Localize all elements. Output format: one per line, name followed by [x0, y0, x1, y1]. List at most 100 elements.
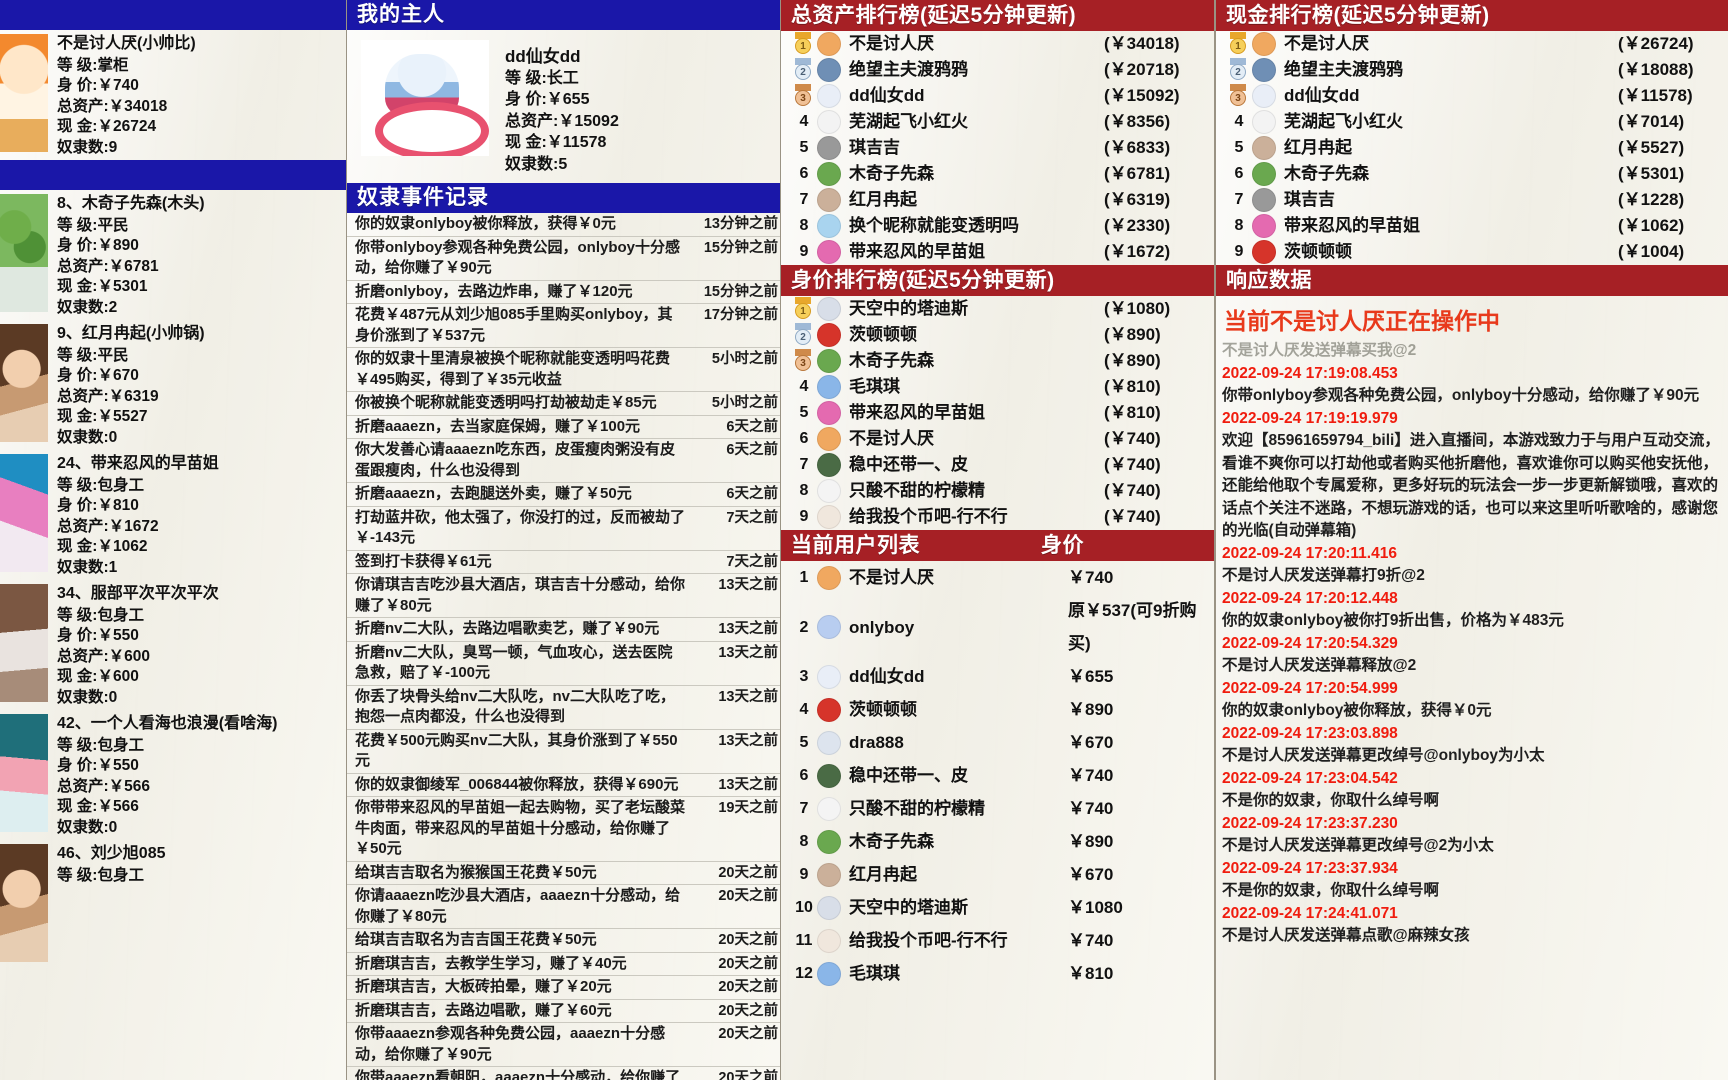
rank-number: 5 [1234, 139, 1244, 156]
rank-row[interactable]: 8 带来忍风的早苗姐 (￥1062) [1216, 213, 1728, 239]
user-list-row[interactable]: 12 毛琪琪 ￥810 [781, 957, 1214, 990]
assets-label: 总资产: [505, 112, 559, 130]
rank-row[interactable]: 5 红月冉起 (￥5527) [1216, 135, 1728, 161]
my-slaves-list[interactable]: 不是讨人厌(小帅比) 等 级:掌柜身 价:￥740 总资产:￥34018 现 金:￥2… [0, 30, 346, 964]
rank-row[interactable]: 9 茨顿顿顿 (￥1004) [1216, 239, 1728, 265]
rank-row[interactable]: 4 芜湖起飞小红火 (￥8356) [781, 109, 1214, 135]
rank-number: 6 [1234, 165, 1244, 182]
slave-card[interactable]: 9、红月冉起(小帅锅) 等 级:平民身 价:￥670 总资产:￥6319 现 金:￥5… [0, 320, 346, 450]
event-text: 给琪吉吉取名为猴猴国王花费￥50元 [355, 863, 597, 881]
rank-row[interactable]: 2 绝望主夫渡鸦鸦 (￥18088) [1216, 57, 1728, 83]
slave-card[interactable]: 42、一个人看海也浪漫(看啥海) 等 级:包身工身 价:￥550 总资产:￥566 现… [0, 710, 346, 840]
user-avatar [817, 796, 841, 821]
slave-cash: ￥566 [97, 798, 139, 815]
response-timestamp: 2022-09-24 17:23:37.934 [1222, 859, 1398, 877]
user-list-row[interactable]: 11 给我投个币吧-行不行 ￥740 [781, 924, 1214, 957]
slaves-label: 奴隶数: [505, 155, 559, 173]
rank-row[interactable]: 5 琪吉吉 (￥6833) [781, 135, 1214, 161]
slave-count-row: 奴隶数:0 [57, 428, 205, 449]
event-time: 13天之前 [718, 644, 778, 661]
slave-info: 46、刘少旭085 等 级:包身工 [57, 844, 166, 962]
slave-card[interactable]: 24、带来忍风的早苗姐等 级:包身工身 价:￥810 总资产:￥1672 现 金:￥… [0, 450, 346, 580]
user-list-row[interactable]: 10 天空中的塔迪斯 ￥1080 [781, 891, 1214, 924]
user-list-row[interactable]: 1 不是讨人厌 ￥740 [781, 561, 1214, 594]
event-row: 折磨琪吉吉，去教学生学习，赚了￥40元 20天之前 [347, 953, 780, 976]
user-list-rank: 11 [795, 932, 813, 949]
rank-user-name: 天空中的塔迪斯 [849, 299, 968, 318]
rank-value: (￥15092) [1104, 86, 1180, 105]
rank-row[interactable]: 5 带来忍风的早苗姐 (￥810) [781, 400, 1214, 426]
rank-row[interactable]: 8 换个昵称就能变透明吗 (￥2330) [781, 213, 1214, 239]
rank-value: (￥6781) [1104, 164, 1171, 183]
rank-row[interactable]: 2 茨顿顿顿 (￥890) [781, 322, 1214, 348]
user-list-row[interactable]: 8 木奇子先森 ￥890 [781, 825, 1214, 858]
rank-row[interactable]: 9 带来忍风的早苗姐 (￥1672) [781, 239, 1214, 265]
rank-row[interactable]: 1 天空中的塔迪斯 (￥1080) [781, 296, 1214, 322]
slave-avatar [0, 34, 48, 152]
event-row: 你带aaaezn参观各种免费公园，aaaezn十分感动，给你赚了￥90元 20天之… [347, 1023, 780, 1067]
rank-row[interactable]: 7 红月冉起 (￥6319) [781, 187, 1214, 213]
event-time: 20天之前 [718, 888, 778, 904]
event-log-list[interactable]: 你的奴隶onlyboy被你释放，获得￥0元 13分钟之前 你带onlyboy参观各种… [347, 213, 780, 1080]
user-list-row[interactable]: 3 dd仙女dd ￥655 [781, 660, 1214, 693]
slave-card[interactable]: 34、服部平次平次平次等 级:包身工身 价:￥550 总资产:￥600 现 金:￥6… [0, 580, 346, 710]
slave-card[interactable]: 不是讨人厌(小帅比) 等 级:掌柜身 价:￥740 总资产:￥34018 现 金:￥2… [0, 30, 346, 160]
user-list-rank: 1 [799, 569, 809, 586]
user-list-row[interactable]: 7 只酸不甜的柠檬精 ￥740 [781, 792, 1214, 825]
rank-row[interactable]: 7 稳中还带一、皮 (￥740) [781, 452, 1214, 478]
slave-avatar [0, 194, 48, 312]
rank-row[interactable]: 3 dd仙女dd (￥11578) [1216, 83, 1728, 109]
rank-user-name: 不是讨人厌 [849, 34, 934, 53]
response-timestamp: 2022-09-24 17:23:37.230 [1222, 814, 1398, 832]
current-user-list[interactable]: 1 不是讨人厌 ￥740 2 onlyboy 原￥537(可9折购买) 3 dd仙女dd ￥65… [781, 561, 1214, 990]
slave-price-label: 身 价: [57, 77, 98, 94]
rank-row[interactable]: 4 芜湖起飞小红火 (￥7014) [1216, 109, 1728, 135]
user-list-row[interactable]: 5 dra888 ￥670 [781, 726, 1214, 759]
response-log[interactable]: 不是讨人厌发送弹幕买我@2 2022-09-24 17:19:08.453 你带on… [1216, 338, 1728, 948]
asset-rank-list[interactable]: 1 不是讨人厌 (￥34018) 2 绝望主夫渡鸦鸦 (￥20718) 3 dd仙女dd (￥1… [781, 31, 1214, 265]
slave-price-row: 身 价:￥550 [57, 626, 219, 647]
price-rank-header: 身价排行榜(延迟5分钟更新) [781, 265, 1214, 296]
event-time: 15分钟之前 [703, 239, 778, 256]
price-rank-list[interactable]: 1 天空中的塔迪斯 (￥1080) 2 茨顿顿顿 (￥890) 3 木奇子先森 (￥890) 4 毛… [781, 296, 1214, 530]
rank-row[interactable]: 6 不是讨人厌 (￥740) [781, 426, 1214, 452]
user-list-price: ￥810 [1068, 964, 1114, 983]
rank-row[interactable]: 6 木奇子先森 (￥5301) [1216, 161, 1728, 187]
rank-row[interactable]: 3 木奇子先森 (￥890) [781, 348, 1214, 374]
user-list-row[interactable]: 6 稳中还带一、皮 ￥740 [781, 759, 1214, 792]
slave-price-row: 身 价:￥740 [57, 76, 196, 97]
user-avatar [817, 829, 841, 854]
user-list-row[interactable]: 2 onlyboy 原￥537(可9折购买) [781, 594, 1214, 660]
response-timestamp: 2022-09-24 17:20:54.329 [1222, 634, 1398, 652]
slave-price: ￥890 [97, 237, 139, 254]
rank-value: (￥1080) [1104, 299, 1171, 318]
user-list-name: 茨顿顿顿 [849, 700, 917, 719]
slave-card[interactable]: 46、刘少旭085 等 级:包身工 [0, 840, 346, 964]
master-card[interactable]: dd仙女dd 等 级:长工 身 价:￥655 总资产:￥15092 现 金:￥1… [347, 30, 780, 183]
cash-rank-list[interactable]: 1 不是讨人厌 (￥26724) 2 绝望主夫渡鸦鸦 (￥18088) 3 dd仙女dd (￥1… [1216, 31, 1728, 265]
rank-row[interactable]: 8 只酸不甜的柠檬精 (￥740) [781, 478, 1214, 504]
event-text: 你的奴隶十里清泉被换个昵称就能变透明吗花费￥495购买，得到了￥35元收益 [355, 350, 671, 388]
rank-row[interactable]: 4 毛琪琪 (￥810) [781, 374, 1214, 400]
user-list-row[interactable]: 9 红月冉起 ￥670 [781, 858, 1214, 891]
user-avatar [817, 401, 841, 425]
level-label: 等 级: [505, 69, 547, 87]
rank-row[interactable]: 9 给我投个币吧-行不行 (￥740) [781, 504, 1214, 530]
slave-card[interactable]: 8、木奇子先森(木头) 等 级:平民身 价:￥890 总资产:￥6781 现 金:￥5… [0, 190, 346, 320]
response-message: 不是讨人厌发送弹幕释放@2 [1222, 657, 1417, 674]
rank-row[interactable]: 1 不是讨人厌 (￥26724) [1216, 31, 1728, 57]
slave-count-row: 奴隶数:9 [57, 138, 196, 159]
rank-row[interactable]: 3 dd仙女dd (￥15092) [781, 83, 1214, 109]
medal-icon: 1 [792, 32, 814, 56]
slave-level-label: 等 级: [57, 216, 98, 234]
slave-level-label: 等 级: [57, 606, 98, 624]
slave-count: 1 [108, 558, 118, 576]
rank-row[interactable]: 2 绝望主夫渡鸦鸦 (￥20718) [781, 57, 1214, 83]
slave-info: 42、一个人看海也浪漫(看啥海) 等 级:包身工身 价:￥550 总资产:￥566 现… [57, 714, 277, 838]
rank-number: 7 [799, 191, 809, 208]
rank-row[interactable]: 7 琪吉吉 (￥1228) [1216, 187, 1728, 213]
response-timestamp: 2022-09-24 17:19:19.979 [1222, 409, 1398, 427]
rank-row[interactable]: 1 不是讨人厌 (￥34018) [781, 31, 1214, 57]
rank-row[interactable]: 6 木奇子先森 (￥6781) [781, 161, 1214, 187]
user-list-row[interactable]: 4 茨顿顿顿 ￥890 [781, 693, 1214, 726]
